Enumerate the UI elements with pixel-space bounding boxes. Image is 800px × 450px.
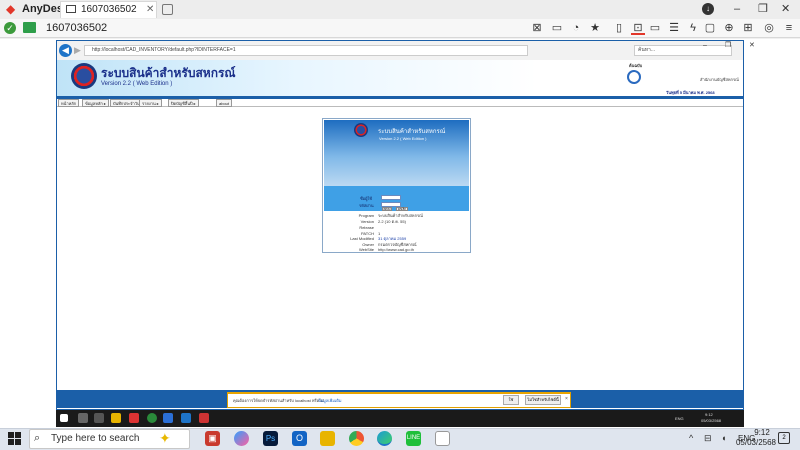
add-icon[interactable]: ⊞ (741, 21, 755, 35)
info-value: 2.2 (10 ต.ค. 55) (378, 219, 406, 224)
chrome-icon[interactable] (349, 431, 364, 446)
file-icon[interactable]: ▭ (550, 21, 564, 35)
remote-chrome-icon[interactable] (147, 413, 157, 423)
remote-taskbar (56, 410, 744, 427)
info-key: Program (358, 213, 374, 218)
username-label: ชื่อผู้ใช้ (360, 196, 373, 201)
department-seal-icon (627, 70, 641, 84)
display-icon[interactable]: ▭ (648, 21, 662, 35)
clipboard-icon[interactable]: ▯ (612, 21, 626, 35)
close-tab-icon[interactable]: ✕ (146, 3, 154, 16)
keyboard-icon[interactable]: ⊡ (631, 21, 645, 35)
chat-icon[interactable]: ⊠ (530, 21, 544, 35)
banner-user-label: ต้นฉบับ (629, 63, 643, 68)
photoshop-icon[interactable]: Ps (263, 431, 278, 446)
star-icon[interactable]: ★ (588, 21, 602, 35)
notification-no-button[interactable]: ไม่ใช่สำหรับไซต์นี้ (525, 395, 561, 405)
taskbar-search-placeholder: Type here to search (51, 433, 140, 444)
remote-store-icon[interactable] (163, 413, 173, 423)
copilot-icon[interactable] (234, 431, 249, 446)
remote-explorer-icon[interactable] (111, 413, 121, 423)
connection-status-icon: ✓ (4, 22, 16, 34)
login-title: ระบบสินค้าสำหรับสหกรณ์ (378, 129, 446, 135)
document-icon[interactable] (435, 431, 450, 446)
volume-icon[interactable]: ◖ (721, 433, 726, 443)
remote-ie-icon[interactable] (181, 413, 191, 423)
menu-reports[interactable]: รายงาน ▸ (139, 99, 162, 107)
remote-clock-date: 05/03/2568 (701, 418, 722, 423)
banner-title: ระบบสินค้าสำหรับสหกรณ์ (101, 66, 236, 80)
browser-search-placeholder: ค้นหา... (638, 47, 656, 53)
menu-year-close[interactable]: ปิดบัญชีสิ้นปี ▸ (168, 99, 199, 107)
remote-clock-time: 9:12 (705, 412, 713, 417)
remote-search-icon[interactable] (78, 413, 88, 423)
forward-icon[interactable]: ▶ (74, 45, 81, 56)
menu-about[interactable]: about (216, 99, 233, 107)
info-key: WebSite (358, 247, 374, 252)
menu-home[interactable]: หน้าหลัก (58, 99, 80, 107)
notification-more-info-link[interactable]: ข้อมูลเพิ่มเติม (318, 397, 341, 404)
login-logo-icon (354, 123, 368, 137)
info-key: Release (359, 225, 374, 230)
anydesk-logo-icon: ◆ (6, 2, 16, 16)
remote-monitor-icon[interactable] (23, 22, 36, 33)
info-key: Last Modified (350, 236, 374, 241)
banner-date: วันพุธที่ 5 มีนาคม พ.ศ. 2568 (666, 90, 715, 95)
settings-icon[interactable]: ◎ (762, 21, 776, 35)
clock-time[interactable]: 9:12 (744, 428, 780, 438)
session-tab-label: 1607036502 (81, 4, 137, 15)
minimize-button[interactable]: – (734, 2, 740, 17)
monitor-icon (66, 5, 76, 13)
password-label: รหัสผ่าน (359, 203, 374, 208)
windows-start-icon[interactable] (8, 432, 21, 445)
outlook-icon[interactable]: O (292, 431, 307, 446)
app-icon-1[interactable]: ▣ (205, 431, 220, 446)
remote-app-icon[interactable] (129, 413, 139, 423)
search-icon: ⌕ (34, 432, 41, 444)
network-icon[interactable]: ⊟ (704, 433, 712, 444)
new-tab-button[interactable] (162, 4, 173, 15)
privacy-icon[interactable]: ⊕ (722, 21, 736, 35)
browser-url-text: http://localhost/CAD_INVENTORY/default.p… (92, 47, 236, 53)
notification-text: คุณต้องการให้จดจำรหัสผ่านสำหรับ localhos… (233, 398, 324, 403)
banner-department: สำนักงานบัญชีสหกรณ์ (700, 77, 739, 82)
maximize-button[interactable]: ❐ (758, 2, 768, 17)
info-value: http://www.cad.go.th (378, 247, 415, 252)
download-icon[interactable]: ↓ (702, 3, 714, 15)
info-key: Version (360, 219, 374, 224)
remote-address[interactable]: 1607036502 (46, 21, 107, 36)
tray-chevron-icon[interactable]: ^ (689, 433, 693, 443)
menu-icon[interactable]: ≡ (782, 21, 796, 35)
back-icon[interactable]: ◀ (59, 44, 72, 57)
notification-yes-button[interactable]: ใช่ (503, 395, 519, 405)
info-value: 31 ตุลาคม 2559 (378, 236, 407, 241)
info-value: ระบบสินค้าสำหรับสหกรณ์ (378, 213, 423, 218)
actions-icon[interactable]: ☰ (667, 21, 681, 35)
clock-date[interactable]: 05/03/2568 (728, 438, 784, 448)
edge-icon[interactable] (377, 431, 392, 446)
reset-button[interactable]: ยกเลิก (396, 207, 408, 211)
notification-close-icon[interactable]: × (565, 396, 568, 402)
search-highlight-icon[interactable]: ✦ (159, 430, 171, 447)
close-window-button[interactable]: ✕ (781, 2, 790, 17)
disk-icon[interactable]: ◔ (569, 21, 583, 35)
whiteboard-icon[interactable]: ▢ (703, 21, 717, 35)
login-button[interactable]: ตกลง (382, 207, 392, 211)
remote-anydesk-icon[interactable] (199, 413, 209, 423)
remote-start-icon[interactable] (60, 414, 68, 422)
username-input[interactable] (381, 195, 401, 200)
remote-taskview-icon[interactable] (94, 413, 104, 423)
line-icon[interactable]: LINE (406, 431, 421, 446)
browser-window-controls[interactable]: – ❐ ✕ (703, 41, 763, 49)
remote-language[interactable]: ENG (675, 416, 684, 421)
banner-version: Version 2.2 ( Web Edition ) (101, 81, 173, 87)
login-version: Version 2.2 ( Web Edition ) (379, 136, 427, 141)
lightning-icon[interactable]: ϟ (686, 21, 700, 35)
menu-master-data[interactable]: ข้อมูลหลัก ▸ (82, 99, 109, 107)
notification-center-icon[interactable]: 2 (778, 432, 790, 444)
file-explorer-icon[interactable] (320, 431, 335, 446)
cooperative-logo-icon (71, 63, 97, 89)
